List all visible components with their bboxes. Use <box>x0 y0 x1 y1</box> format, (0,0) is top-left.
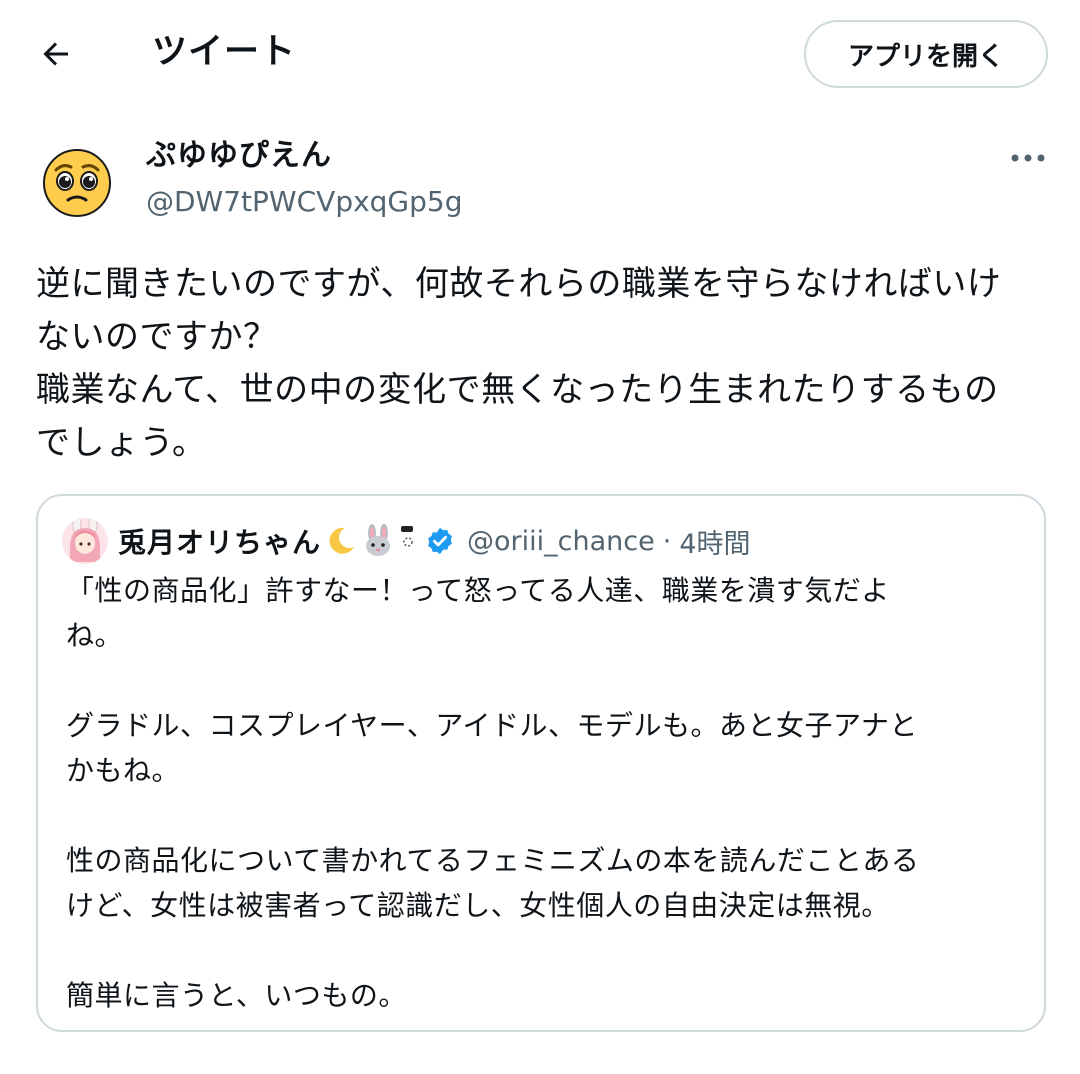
tweet-text: 逆に聞きたいのですが、何故それらの職業を守らなければいけ ないのですか？ 職業な… <box>36 264 1002 463</box>
top-bar: ツイート アプリを開く <box>0 0 1080 105</box>
verified-badge-icon <box>425 526 455 556</box>
quote-display-name[interactable]: 兎月オリちゃん <box>118 521 321 561</box>
author-avatar[interactable] <box>42 148 112 218</box>
page-title: ツイート <box>152 32 297 72</box>
quote-handle[interactable]: @oriii_chance <box>467 526 655 557</box>
rabbit-face-icon <box>361 524 395 558</box>
sleep-mask-icon <box>399 524 417 558</box>
back-button[interactable] <box>30 28 82 80</box>
open-app-button[interactable]: アプリを開く <box>804 20 1048 88</box>
tweet-page: ツイート アプリを開く ぷゆゆぴえん @DW7tPWCVpxqGp5g 逆に聞き… <box>0 0 1080 1074</box>
crescent-moon-icon <box>325 525 357 557</box>
more-options-button[interactable] <box>1006 140 1050 176</box>
quote-avatar[interactable] <box>62 518 108 564</box>
author-display-name[interactable]: ぷゆゆぴえん <box>146 134 332 178</box>
pleading-face-icon <box>43 149 111 217</box>
author-handle[interactable]: @DW7tPWCVpxqGp5g <box>146 182 463 222</box>
quote-text: 「性の商品化」許すなー！って怒ってる人達、職業を潰す気だよ ね。 グラドル、コス… <box>66 574 920 1012</box>
anime-girl-avatar-icon <box>62 518 108 564</box>
arrow-left-icon <box>43 42 68 66</box>
quote-header: 兎月オリちゃん @oriii_chance · 4時間 <box>118 518 751 564</box>
quoted-tweet[interactable]: 兎月オリちゃん @oriii_chance · 4時間 「性の商品化」許すなー！… <box>36 494 1046 1032</box>
more-horizontal-icon <box>1011 154 1045 162</box>
separator-dot: · <box>662 525 672 557</box>
quote-timestamp[interactable]: 4時間 <box>679 522 750 561</box>
